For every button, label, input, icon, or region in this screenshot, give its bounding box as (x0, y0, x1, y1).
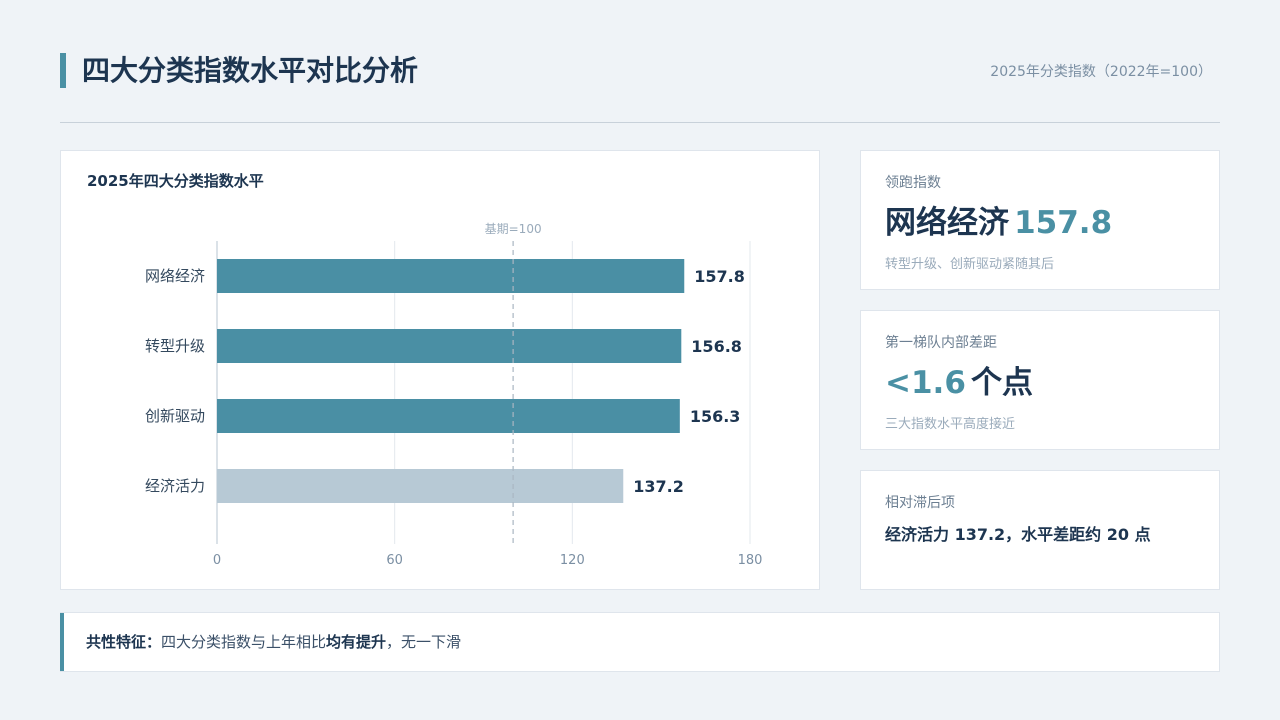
footer-card: 共性特征：四大分类指数与上年相比均有提升，无一下滑 (60, 612, 1220, 672)
header-divider (60, 122, 1220, 123)
leader-label: 领跑指数 (885, 175, 941, 191)
leader-name: 网络经济 (885, 205, 1009, 241)
bar-3 (217, 469, 624, 503)
value-label-0: 157.8 (694, 267, 745, 286)
x-tick-label-0: 0 (213, 553, 221, 568)
footer-accent-bar (60, 613, 64, 671)
bar-chart: 0 60 120 180 网络经济 157.8 转型升级 156.8 创新驱动 156.3 经济活力… (145, 222, 763, 568)
page-subtitle: 2025年分类指数（2022年=100） (990, 64, 1212, 80)
footer-emphasis: 均有提升 (326, 633, 387, 651)
leader-card: 领跑指数 网络经济 157.8 转型升级、创新驱动紧随其后 (860, 150, 1220, 290)
x-tick-label-60: 60 (386, 553, 403, 568)
gap-card: 第一梯队内部差距 <1.6 个点 三大指数水平高度接近 (860, 310, 1220, 450)
gap-label: 第一梯队内部差距 (885, 335, 997, 351)
chart-card: 2025年四大分类指数水平 0 60 120 180 网络经济 157.8 转型升级 156.… (60, 150, 820, 590)
bar-2 (217, 399, 680, 433)
footer-text: 共性特征：四大分类指数与上年相比均有提升，无一下滑 (86, 632, 461, 652)
category-label-1: 转型升级 (145, 337, 205, 355)
leader-value: 157.8 (1014, 205, 1113, 241)
category-label-2: 创新驱动 (145, 407, 205, 425)
value-label-3: 137.2 (633, 477, 684, 496)
leader-note: 转型升级、创新驱动紧随其后 (885, 257, 1055, 272)
value-label-2: 156.3 (690, 407, 741, 426)
gap-note: 三大指数水平高度接近 (885, 417, 1016, 432)
bar-1 (217, 329, 682, 363)
bar-0 (217, 259, 685, 293)
footer-part2: ，无一下滑 (386, 633, 462, 651)
gap-value: <1.6 (885, 365, 966, 401)
category-label-0: 网络经济 (145, 267, 205, 285)
category-label-3: 经济活力 (145, 477, 205, 495)
title-accent-bar (60, 53, 66, 88)
reference-line-label: 基期=100 (485, 222, 542, 236)
lag-text: 经济活力 137.2，水平差距约 20 点 (885, 525, 1151, 544)
x-tick-label-180: 180 (738, 553, 763, 568)
lag-label: 相对滞后项 (885, 495, 955, 511)
gap-unit: 个点 (970, 365, 1033, 401)
x-tick-label-120: 120 (560, 553, 585, 568)
footer-part1: 四大分类指数与上年相比 (161, 633, 327, 651)
lag-card: 相对滞后项 经济活力 137.2，水平差距约 20 点 (860, 470, 1220, 590)
gap-headline: <1.6 个点 (885, 361, 1195, 410)
leader-headline: 网络经济 157.8 (885, 201, 1195, 250)
footer-prefix: 共性特征： (86, 633, 162, 651)
value-label-1: 156.8 (691, 337, 742, 356)
page-title: 四大分类指数水平对比分析 (82, 54, 419, 87)
